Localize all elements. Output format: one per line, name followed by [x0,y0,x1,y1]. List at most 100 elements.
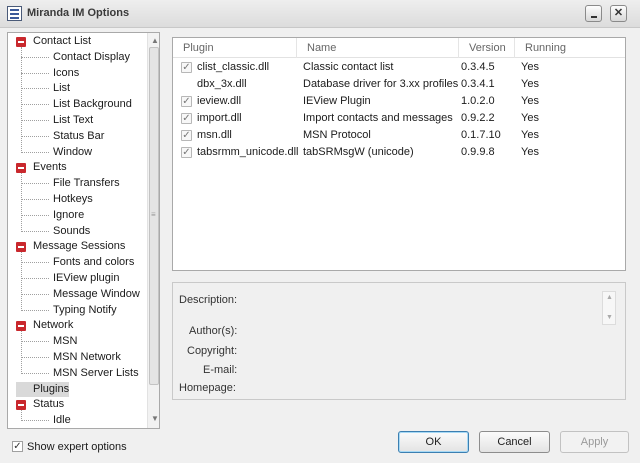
check-icon[interactable]: ✓ [181,130,192,141]
collapse-icon[interactable] [16,321,26,332]
scroll-down-icon[interactable]: ▼ [151,414,159,423]
tree-category[interactable]: Plugins [16,381,70,397]
tree-connector [21,173,22,232]
description-label: Description: [179,294,238,306]
tree-item[interactable]: Hotkeys [21,192,95,207]
show-expert-options-label: Show expert options [27,441,127,453]
cell-version: 0.1.7.10 [461,129,501,141]
check-icon[interactable]: ✓ [181,113,192,124]
tree-item-label: Fonts and colors [53,256,135,269]
cell-running: Yes [521,61,539,73]
tree-item-label: IEView plugin [53,272,120,284]
tree-item-label: Message Sessions [33,240,126,253]
tree-item-label: Idle [53,414,71,427]
tree-item-label: MSN Server Lists [53,366,139,379]
scroll-down-icon[interactable]: ▼ [606,314,613,321]
tree-category[interactable]: Message Sessions [16,239,125,254]
collapse-icon[interactable] [16,242,26,253]
table-row[interactable]: ✓ tabsrmm_unicode.dll tabSRMsgW (unicode) 0… [173,144,625,161]
check-icon[interactable]: ✓ [12,441,23,452]
table-row[interactable]: ✓ clist_classic.dll Classic contact list 0.… [173,59,625,76]
tree-item[interactable]: List Background [21,97,134,112]
scroll-thumb[interactable] [149,47,159,385]
tree-category[interactable]: Network [16,318,73,333]
cell-plugin: ieview.dll [197,95,242,107]
tree-item[interactable]: List [20,81,72,96]
tree-item[interactable]: Message Window [21,287,142,302]
column-header-name[interactable]: Name [297,38,459,58]
tree-item[interactable]: Icons [20,66,81,81]
cell-running: Yes [521,112,539,124]
tree-category[interactable]: Contact List [16,34,91,49]
minimize-icon[interactable] [585,5,602,22]
tree-item[interactable]: MSN Network [21,350,123,365]
tree-item[interactable]: Sounds [20,224,92,239]
tree-scrollbar[interactable]: ▲ ▼ [147,33,159,428]
tree-item-label: Network [33,319,74,332]
tree-item-label: Message Window [53,287,140,300]
column-header-version[interactable]: Version [459,38,515,58]
tree-item[interactable]: MSN [20,334,79,349]
tree-item[interactable]: Window [20,145,94,160]
tree-item[interactable]: Typing Notify [21,303,119,318]
tree-item-label: Window [53,145,93,158]
tree-item-label: Typing Notify [53,303,117,316]
table-row[interactable]: ✓ msn.dll MSN Protocol 0.1.7.10 Yes [173,127,625,144]
cell-version: 0.3.4.5 [461,61,495,73]
check-icon[interactable]: ✓ [181,62,192,73]
close-icon[interactable]: ✕ [610,5,627,22]
cell-running: Yes [521,95,539,107]
description-scrollbar[interactable]: ▲ ▼ [602,291,616,325]
ok-button[interactable]: OK [398,431,469,453]
options-tree[interactable]: ▲ ▼ Contact List Contact Display Icons List… [7,32,160,429]
table-row[interactable]: dbx_3x.dll Database driver for 3.xx profi… [173,76,625,93]
window-title: Miranda IM Options [27,7,130,19]
scroll-up-icon[interactable]: ▲ [606,294,613,301]
tree-item-label: List Background [53,98,132,111]
copyright-label: Copyright: [187,345,238,357]
tree-item[interactable]: MSN Server Lists [21,366,141,381]
tree-item-label: Status [33,398,65,411]
tree-item[interactable]: List Text [20,113,95,128]
cell-name: Database driver for 3.xx profiles [303,78,459,90]
cell-name: Import contacts and messages [303,112,453,124]
homepage-label: Homepage: [179,382,236,394]
tree-category[interactable]: Status [16,397,64,412]
cell-name: IEView Plugin [303,95,371,107]
plugins-list[interactable]: Plugin Name Version Running ✓ clist_class… [172,37,626,271]
collapse-icon[interactable] [16,37,26,47]
cell-running: Yes [521,146,539,158]
cell-version: 0.9.9.8 [461,146,495,158]
title-bar: Miranda IM Options ✕ [0,0,640,28]
tree-item-label: Hotkeys [53,193,93,205]
tree-item[interactable]: Ignore [20,208,86,223]
cell-version: 0.3.4.1 [461,78,495,90]
tree-item-label: Contact List [33,35,92,47]
column-header-plugin[interactable]: Plugin [173,38,297,58]
column-header-running[interactable]: Running [515,38,581,58]
apply-button[interactable]: Apply [560,431,629,453]
collapse-icon[interactable] [16,400,26,411]
cell-name: Classic contact list [303,61,394,73]
tree-item[interactable]: Contact Display [20,50,132,65]
cancel-button[interactable]: Cancel [479,431,550,453]
tree-item-label: List Text [53,114,94,126]
tree-item[interactable]: Status Bar [20,129,106,144]
tree-item[interactable]: Fonts and colors [20,255,136,270]
check-icon[interactable]: ✓ [181,96,192,107]
collapse-icon[interactable] [16,163,26,174]
tree-item-label: Ignore [53,208,85,221]
tree-item-label: MSN [53,335,78,348]
cell-plugin: clist_classic.dll [197,61,270,73]
tree-item[interactable]: File Transfers [21,176,122,191]
check-icon[interactable]: ✓ [181,147,192,158]
scroll-up-icon[interactable]: ▲ [151,36,159,45]
cell-plugin: import.dll [197,112,242,124]
table-row[interactable]: ✓ ieview.dll IEView Plugin 1.0.2.0 Yes [173,93,625,110]
table-row[interactable]: ✓ import.dll Import contacts and messages 0… [173,110,625,127]
tree-item-label: Events [33,161,67,174]
tree-category[interactable]: Events [16,160,67,175]
tree-item[interactable]: IEView plugin [20,271,121,286]
tree-item[interactable]: Idle [21,413,73,428]
tree-item-label: Icons [53,66,80,79]
